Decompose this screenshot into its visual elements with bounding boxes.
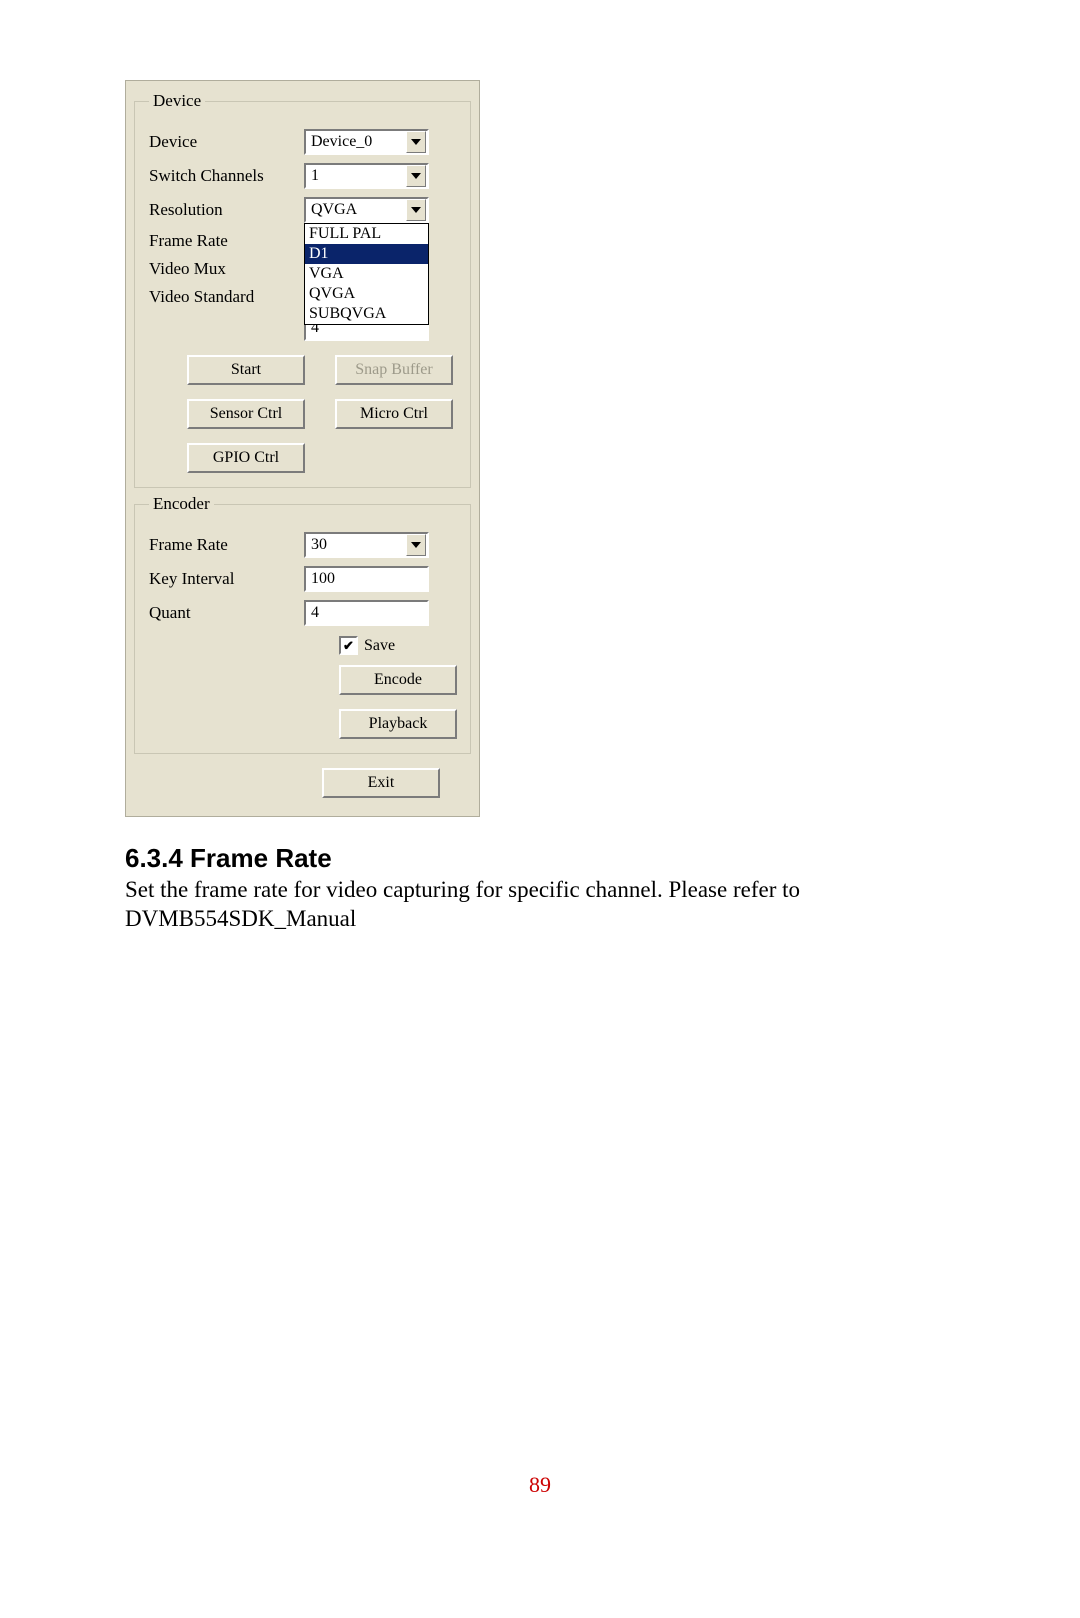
switch-channels-label: Switch Channels bbox=[149, 166, 304, 186]
chevron-down-icon[interactable] bbox=[406, 131, 426, 153]
resolution-option[interactable]: FULL PAL bbox=[305, 224, 428, 244]
switch-channels-combobox[interactable]: 1 bbox=[304, 163, 429, 189]
section-body: Set the frame rate for video capturing f… bbox=[125, 876, 970, 934]
key-interval-value: 100 bbox=[311, 570, 335, 588]
switch-channels-value: 1 bbox=[311, 167, 319, 185]
quant-textbox[interactable]: 4 bbox=[304, 600, 429, 626]
resolution-option[interactable]: VGA bbox=[305, 264, 428, 284]
resolution-option[interactable]: SUBQVGA bbox=[305, 304, 428, 324]
quant-value: 4 bbox=[311, 604, 319, 622]
device-encoder-dialog: Device Device Device_0 Switch Channels 1 bbox=[125, 80, 480, 817]
frame-rate-label: Frame Rate bbox=[149, 231, 304, 251]
video-mux-label: Video Mux bbox=[149, 259, 304, 279]
encoder-frame-rate-label: Frame Rate bbox=[149, 535, 304, 555]
encoder-frame-rate-combobox[interactable]: 30 bbox=[304, 532, 429, 558]
device-label: Device bbox=[149, 132, 304, 152]
resolution-option[interactable]: D1 bbox=[305, 244, 428, 264]
micro-ctrl-button[interactable]: Micro Ctrl bbox=[335, 399, 453, 429]
section-heading: 6.3.4 Frame Rate bbox=[125, 843, 970, 874]
device-group-legend: Device bbox=[149, 91, 205, 111]
encoder-group-legend: Encoder bbox=[149, 494, 214, 514]
start-button[interactable]: Start bbox=[187, 355, 305, 385]
save-checkbox-label: Save bbox=[364, 637, 395, 655]
sensor-ctrl-button[interactable]: Sensor Ctrl bbox=[187, 399, 305, 429]
device-value: Device_0 bbox=[311, 133, 372, 151]
device-combobox[interactable]: Device_0 bbox=[304, 129, 429, 155]
resolution-option[interactable]: QVGA bbox=[305, 284, 428, 304]
chevron-down-icon[interactable] bbox=[406, 165, 426, 187]
gpio-ctrl-button[interactable]: GPIO Ctrl bbox=[187, 443, 305, 473]
device-group: Device Device Device_0 Switch Channels 1 bbox=[134, 91, 471, 488]
chevron-down-icon[interactable] bbox=[406, 199, 426, 221]
encoder-frame-rate-value: 30 bbox=[311, 536, 327, 554]
page-number: 89 bbox=[0, 1472, 1080, 1498]
save-checkbox[interactable]: ✔ bbox=[339, 636, 358, 655]
chevron-down-icon[interactable] bbox=[406, 534, 426, 556]
resolution-value: QVGA bbox=[311, 201, 357, 219]
resolution-dropdown[interactable]: FULL PAL D1 VGA QVGA SUBQVGA bbox=[304, 223, 429, 325]
encode-button[interactable]: Encode bbox=[339, 665, 457, 695]
snap-buffer-button: Snap Buffer bbox=[335, 355, 453, 385]
resolution-combobox[interactable]: QVGA bbox=[304, 197, 429, 223]
encoder-group: Encoder Frame Rate 30 Key Interval 100 bbox=[134, 494, 471, 754]
quant-label: Quant bbox=[149, 603, 304, 623]
key-interval-textbox[interactable]: 100 bbox=[304, 566, 429, 592]
key-interval-label: Key Interval bbox=[149, 569, 304, 589]
exit-button[interactable]: Exit bbox=[322, 768, 440, 798]
video-standard-label: Video Standard bbox=[149, 287, 304, 307]
playback-button[interactable]: Playback bbox=[339, 709, 457, 739]
resolution-label: Resolution bbox=[149, 200, 304, 220]
